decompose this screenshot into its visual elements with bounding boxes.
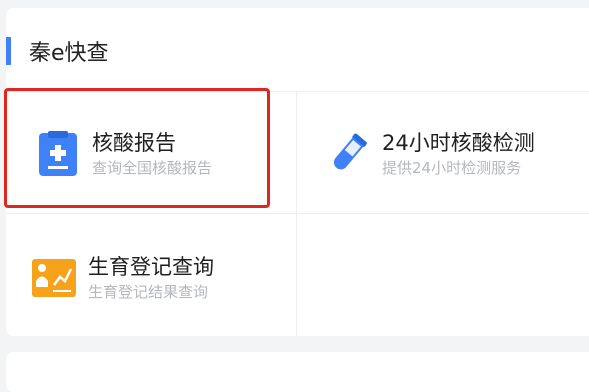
service-title: 24小时核酸检测 [382, 131, 535, 155]
selection-highlight [4, 88, 270, 208]
service-subtitle: 提供24小时检测服务 [382, 159, 522, 177]
divider [296, 91, 297, 336]
divider [6, 213, 589, 214]
accent-bar [6, 37, 11, 65]
service-tile-24h-testing[interactable]: 24小时核酸检测 提供24小时检测服务 [326, 130, 535, 178]
service-subtitle: 生育登记结果查询 [88, 283, 209, 301]
presentation-board-icon [32, 255, 76, 301]
service-title: 生育登记查询 [88, 255, 214, 279]
section-title: 秦e快查 [29, 41, 109, 66]
next-card [6, 352, 589, 392]
service-tile-birth-registration[interactable]: 生育登记查询 生育登记结果查询 [32, 254, 214, 302]
test-tube-icon [326, 131, 370, 177]
section-header: 秦e快查 [6, 34, 109, 68]
